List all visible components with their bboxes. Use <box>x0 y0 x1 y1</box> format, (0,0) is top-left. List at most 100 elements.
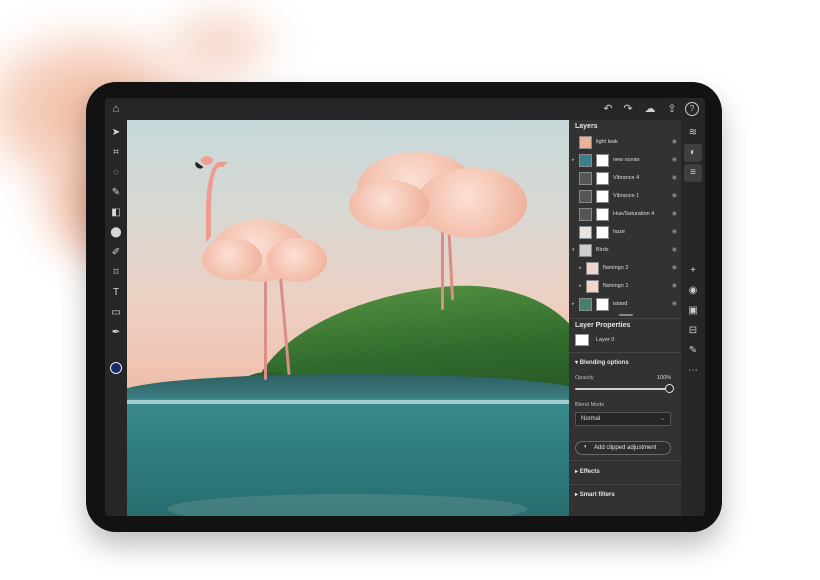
panel-divider <box>569 318 681 319</box>
layer-row[interactable]: light leak ◉ <box>569 134 681 151</box>
layer-row[interactable]: ▸ flamingo 2 ◉ <box>569 260 681 277</box>
panel-divider <box>569 352 681 353</box>
expand-arrow-icon[interactable]: ▸ <box>579 265 582 271</box>
visibility-icon[interactable]: ◉ <box>686 284 700 298</box>
chevron-down-icon: ⌄ <box>659 416 665 422</box>
layer-thumbnail <box>575 334 589 346</box>
undo-icon[interactable]: ↶ <box>601 102 615 116</box>
layer-thumbnail <box>586 280 599 293</box>
share-icon[interactable]: ⇪ <box>665 102 679 116</box>
layer-row[interactable]: ▸ new ocean ◉ <box>569 152 681 169</box>
effects-header[interactable]: ▸ Effects <box>575 468 600 475</box>
transform-tool-icon[interactable]: ⌗ <box>109 146 123 160</box>
opacity-slider-track[interactable] <box>575 388 669 390</box>
layer-mask-thumbnail <box>596 208 609 221</box>
layer-name: flamingo 2 <box>603 265 629 271</box>
eye-icon[interactable]: ◉ <box>672 246 677 253</box>
expand-arrow-icon[interactable]: ▸ <box>572 157 575 163</box>
layers-panel: Layers light leak ◉ ▸ new ocean ◉ Vibrance 4 ◉… <box>569 120 681 516</box>
waterline <box>127 400 569 404</box>
layer-thumbnail <box>579 172 592 185</box>
eye-icon[interactable]: ◉ <box>672 174 677 181</box>
blend-mode-select[interactable]: Normal ⌄ <box>575 412 671 426</box>
layer-thumbnail <box>586 262 599 275</box>
add-clipped-adjustment-label: Add clipped adjustment <box>594 445 657 451</box>
layer-mask-thumbnail <box>596 190 609 203</box>
layer-thumbnail <box>579 226 592 239</box>
eyedropper-tool-icon[interactable]: ✒ <box>109 326 123 340</box>
eye-icon[interactable]: ◉ <box>672 282 677 289</box>
help-icon[interactable]: ? <box>685 102 699 116</box>
layer-name: Vibrance 4 <box>613 175 640 181</box>
redo-icon[interactable]: ↷ <box>621 102 635 116</box>
eye-icon[interactable]: ◉ <box>672 210 677 217</box>
smart-filters-header[interactable]: ▸ Smart filters <box>575 491 615 498</box>
panel-resize-handle[interactable] <box>619 314 633 316</box>
opacity-value: 100% <box>657 375 672 381</box>
eye-icon[interactable]: ◉ <box>672 300 677 307</box>
canvas[interactable] <box>127 120 569 516</box>
tools-bar: ➤ ⌗ ◌ ✎ ◧ ⬤ ✐ ⌑ T ▭ ✒ <box>105 120 127 516</box>
layer-name: haze <box>613 229 625 235</box>
foreground-color-swatch[interactable] <box>110 362 122 374</box>
expand-arrow-icon[interactable]: ▾ <box>572 247 575 253</box>
layer-row[interactable]: ▸ flamingo 1 ◉ <box>569 278 681 295</box>
flamingo-cloud-body <box>417 168 527 238</box>
layer-thumbnail <box>579 190 592 203</box>
layer-mask-thumbnail <box>596 154 609 167</box>
layer-row[interactable]: Vibrance 1 ◉ <box>569 188 681 205</box>
brush-icon[interactable]: ✎ <box>686 344 700 358</box>
blending-options-header[interactable]: ▾ Blending options <box>575 359 629 366</box>
expand-arrow-icon[interactable]: ▸ <box>579 283 582 289</box>
smart-filters-label: Smart filters <box>579 492 615 498</box>
seabed-rocks <box>167 494 527 516</box>
lasso-tool-icon[interactable]: ◌ <box>109 166 123 180</box>
flamingo-cloud-body <box>349 180 429 230</box>
cloud-icon[interactable]: ☁ <box>643 102 657 116</box>
flamingo-cloud-body <box>202 238 262 280</box>
layer-thumbnail <box>579 244 592 257</box>
eye-icon[interactable]: ◉ <box>672 264 677 271</box>
layer-row[interactable]: ▾ Birds ◉ <box>569 242 681 259</box>
eye-icon[interactable]: ◉ <box>672 228 677 235</box>
eye-icon[interactable]: ◉ <box>672 192 677 199</box>
layer-name: Birds <box>596 247 609 253</box>
eye-icon[interactable]: ◉ <box>672 156 677 163</box>
home-icon[interactable]: ⌂ <box>109 102 123 116</box>
add-clipped-adjustment-button[interactable]: ◑ Add clipped adjustment <box>575 441 671 455</box>
crop-tool-icon[interactable]: ⌑ <box>109 266 123 280</box>
eye-icon[interactable]: ◉ <box>672 138 677 145</box>
more-options-icon[interactable]: ⋯ <box>686 364 700 378</box>
layer-row[interactable]: Vibrance 4 ◉ <box>569 170 681 187</box>
layer-row[interactable]: haze ◉ <box>569 224 681 241</box>
place-image-icon[interactable]: ▭ <box>109 306 123 320</box>
layers-stack-icon[interactable]: ≋ <box>686 126 700 140</box>
eraser-tool-icon[interactable]: ◧ <box>109 206 123 220</box>
layer-row[interactable]: ▸ island ◉ <box>569 296 681 313</box>
panel-divider <box>569 460 681 461</box>
layer-name: Vibrance 1 <box>613 193 640 199</box>
layer-properties-icon[interactable]: ◐ <box>684 144 702 162</box>
top-bar: ⌂ ↶ ↷ ☁ ⇪ ? <box>105 98 705 120</box>
layer-name: Hue/Saturation 4 <box>613 211 655 217</box>
opacity-slider-thumb[interactable] <box>665 384 674 393</box>
layer-row[interactable]: Hue/Saturation 4 ◉ <box>569 206 681 223</box>
mask-icon[interactable]: ▣ <box>686 304 700 318</box>
layer-thumbnail <box>579 208 592 221</box>
expand-arrow-icon[interactable]: ▸ <box>572 301 575 307</box>
fill-tool-icon[interactable]: ⬤ <box>109 226 123 240</box>
adjustments-icon[interactable]: ≡ <box>684 164 702 182</box>
layer-mask-thumbnail <box>596 226 609 239</box>
add-layer-icon[interactable]: + <box>686 264 700 278</box>
healing-tool-icon[interactable]: ✐ <box>109 246 123 260</box>
blend-mode-value: Normal <box>581 416 601 422</box>
type-tool-icon[interactable]: T <box>109 286 123 300</box>
layer-thumbnail <box>579 136 592 149</box>
layer-thumbnail <box>579 154 592 167</box>
layer-name: light leak <box>596 139 618 145</box>
move-tool-icon[interactable]: ➤ <box>109 126 123 140</box>
blending-options-label: Blending options <box>579 360 629 366</box>
brush-tool-icon[interactable]: ✎ <box>109 186 123 200</box>
merge-icon[interactable]: ⊟ <box>686 324 700 338</box>
layer-thumbnail <box>579 298 592 311</box>
